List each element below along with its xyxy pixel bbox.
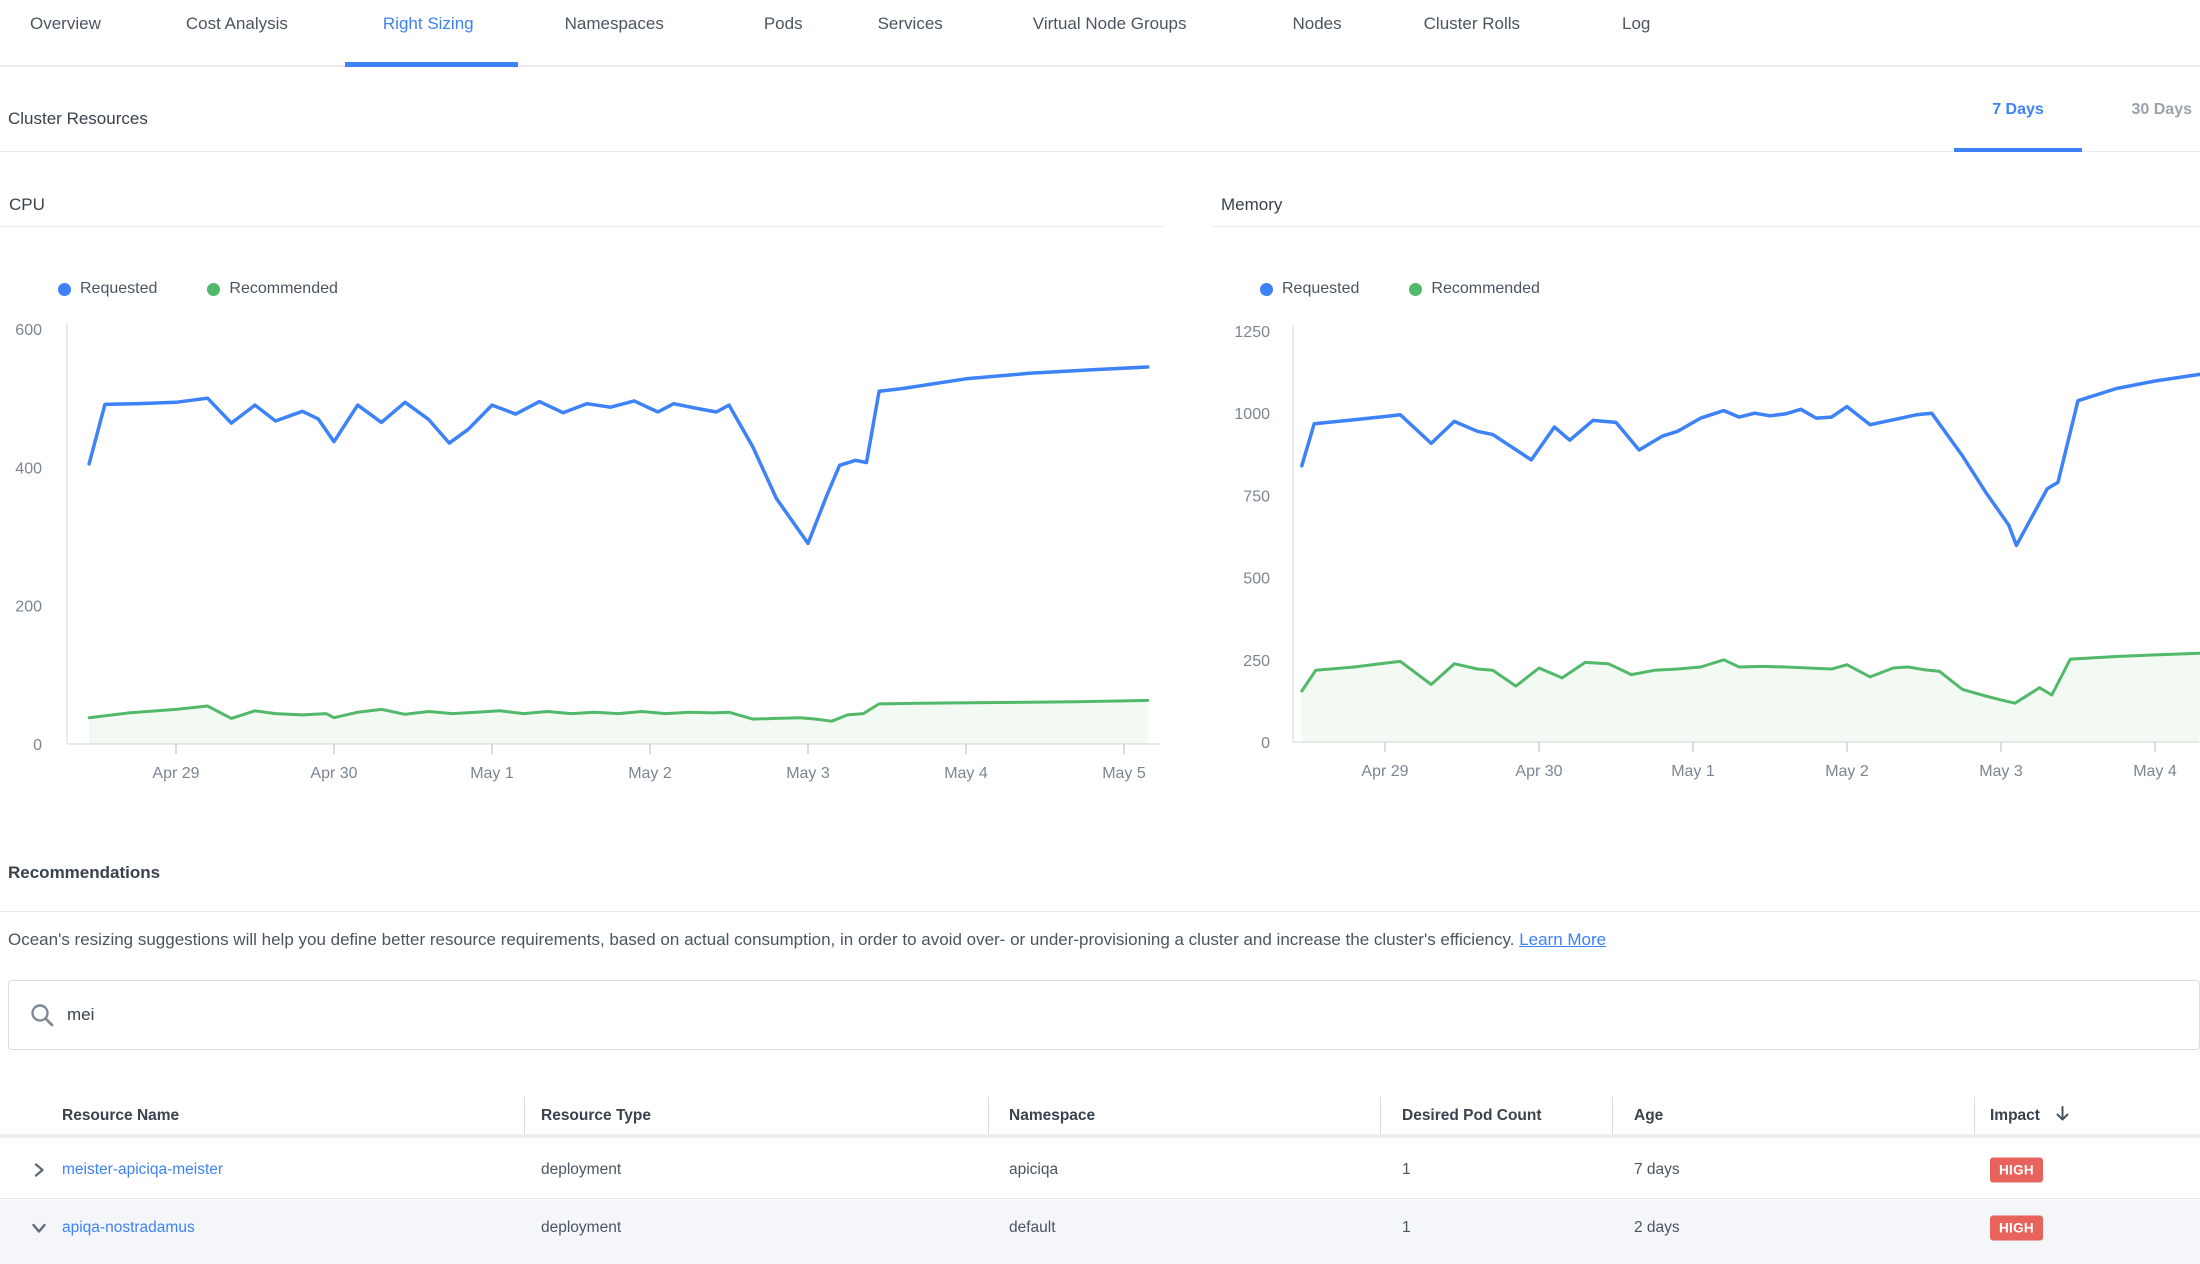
svg-text:1000: 1000 bbox=[1234, 406, 1270, 423]
cpu-legend: Requested Recommended bbox=[58, 280, 1164, 298]
legend-dot-blue bbox=[58, 283, 71, 296]
range-tab-30-days[interactable]: 30 Days bbox=[2082, 67, 2192, 152]
recommendations-description-text: Ocean's resizing suggestions will help y… bbox=[8, 930, 1514, 949]
range-tab-7-days[interactable]: 7 Days bbox=[1954, 67, 2082, 152]
memory-panel-divider bbox=[1212, 226, 2200, 227]
svg-text:May 5: May 5 bbox=[1102, 765, 1146, 782]
memory-legend: Requested Recommended bbox=[1260, 280, 2200, 298]
column-separator bbox=[524, 1097, 525, 1135]
memory-legend-requested[interactable]: Requested bbox=[1260, 280, 1359, 298]
tab-namespaces[interactable]: Namespaces bbox=[565, 14, 664, 67]
column-separator bbox=[988, 1097, 989, 1135]
tab-right-sizing[interactable]: Right Sizing bbox=[383, 14, 474, 67]
column-header-impact[interactable]: Impact bbox=[1990, 1094, 2071, 1138]
svg-text:May 2: May 2 bbox=[628, 765, 672, 782]
legend-dot-blue bbox=[1260, 283, 1273, 296]
chevron-down-icon[interactable] bbox=[30, 1219, 48, 1237]
svg-text:0: 0 bbox=[1261, 735, 1270, 752]
svg-text:0: 0 bbox=[33, 737, 42, 754]
svg-text:500: 500 bbox=[1243, 571, 1270, 588]
column-header-namespace[interactable]: Namespace bbox=[1009, 1094, 1095, 1138]
legend-dot-green bbox=[207, 283, 220, 296]
resource-search-box[interactable] bbox=[8, 980, 2200, 1050]
search-icon bbox=[29, 1002, 55, 1028]
tab-overview[interactable]: Overview bbox=[30, 14, 101, 67]
svg-text:Apr 29: Apr 29 bbox=[1361, 763, 1408, 780]
recommendations-title: Recommendations bbox=[8, 863, 160, 883]
recommendations-description: Ocean's resizing suggestions will help y… bbox=[8, 930, 2188, 950]
desired-pod-count-cell: 1 bbox=[1402, 1219, 1411, 1237]
column-header-resource-type[interactable]: Resource Type bbox=[541, 1094, 651, 1138]
svg-text:May 1: May 1 bbox=[470, 765, 514, 782]
recommendations-header: Recommendations bbox=[0, 852, 2200, 912]
svg-text:1250: 1250 bbox=[1234, 324, 1270, 341]
column-separator bbox=[1974, 1097, 1975, 1135]
time-range-toggle: 7 Days 30 Days bbox=[1954, 67, 2192, 152]
legend-label: Requested bbox=[1282, 280, 1359, 298]
memory-chart-title: Memory bbox=[1221, 195, 2200, 215]
tab-virtual-node-groups[interactable]: Virtual Node Groups bbox=[1033, 14, 1187, 67]
resource-type-cell: deployment bbox=[541, 1219, 621, 1237]
impact-header-label: Impact bbox=[1990, 1107, 2040, 1124]
legend-label: Recommended bbox=[1431, 280, 1540, 298]
tab-cluster-rolls[interactable]: Cluster Rolls bbox=[1424, 14, 1520, 67]
resource-type-cell: deployment bbox=[541, 1161, 621, 1179]
memory-legend-recommended[interactable]: Recommended bbox=[1409, 280, 1540, 298]
search-input[interactable] bbox=[67, 1005, 1967, 1025]
cluster-resources-title: Cluster Resources bbox=[8, 109, 148, 129]
svg-text:750: 750 bbox=[1243, 488, 1270, 505]
cpu-legend-recommended[interactable]: Recommended bbox=[207, 280, 338, 298]
svg-text:May 3: May 3 bbox=[1979, 763, 2023, 780]
age-cell: 7 days bbox=[1634, 1161, 1680, 1179]
svg-text:Apr 30: Apr 30 bbox=[1515, 763, 1562, 780]
svg-text:May 2: May 2 bbox=[1825, 763, 1869, 780]
svg-text:May 1: May 1 bbox=[1671, 763, 1715, 780]
age-cell: 2 days bbox=[1634, 1219, 1680, 1237]
namespace-cell: default bbox=[1009, 1219, 1056, 1237]
column-separator bbox=[1612, 1097, 1613, 1135]
tab-cost-analysis[interactable]: Cost Analysis bbox=[186, 14, 288, 67]
svg-text:May 3: May 3 bbox=[786, 765, 830, 782]
resource-name-link[interactable]: meister-apiciqa-meister bbox=[62, 1161, 223, 1178]
svg-text:Apr 29: Apr 29 bbox=[152, 765, 199, 782]
svg-text:May 4: May 4 bbox=[2133, 763, 2177, 780]
cpu-legend-requested[interactable]: Requested bbox=[58, 280, 157, 298]
learn-more-link[interactable]: Learn More bbox=[1519, 930, 1606, 949]
impact-badge-high: HIGH bbox=[1990, 1216, 2043, 1241]
recommendations-table-header: Resource Name Resource Type Namespace De… bbox=[0, 1094, 2200, 1138]
table-row-expanded[interactable]: apiqa-nostradamus deployment default 1 2… bbox=[0, 1200, 2200, 1264]
tab-services[interactable]: Services bbox=[878, 14, 943, 67]
top-tab-bar: Overview Cost Analysis Right Sizing Name… bbox=[0, 0, 2200, 67]
tab-pods[interactable]: Pods bbox=[764, 14, 803, 67]
cpu-chart-panel: CPU Requested Recommended 0 200 400 600 Apr … bbox=[0, 160, 1164, 786]
tab-nodes[interactable]: Nodes bbox=[1293, 14, 1342, 67]
cpu-chart-title: CPU bbox=[9, 195, 1164, 215]
column-header-desired-pod-count[interactable]: Desired Pod Count bbox=[1402, 1094, 1542, 1138]
column-header-resource-name[interactable]: Resource Name bbox=[62, 1094, 179, 1138]
legend-label: Requested bbox=[80, 280, 157, 298]
cluster-resources-header: Cluster Resources 7 Days 30 Days bbox=[0, 67, 2200, 152]
svg-text:600: 600 bbox=[15, 322, 42, 339]
svg-text:200: 200 bbox=[15, 599, 42, 616]
namespace-cell: apiciqa bbox=[1009, 1161, 1058, 1179]
cpu-panel-divider bbox=[0, 226, 1164, 227]
column-separator bbox=[1380, 1097, 1381, 1135]
impact-badge-high: HIGH bbox=[1990, 1158, 2043, 1183]
legend-dot-green bbox=[1409, 283, 1422, 296]
resource-name-link[interactable]: apiqa-nostradamus bbox=[62, 1219, 195, 1236]
desired-pod-count-cell: 1 bbox=[1402, 1161, 1411, 1179]
column-header-age[interactable]: Age bbox=[1634, 1094, 1663, 1138]
svg-text:250: 250 bbox=[1243, 653, 1270, 670]
svg-text:May 4: May 4 bbox=[944, 765, 988, 782]
cpu-line-chart[interactable]: 0 200 400 600 Apr 29 Apr 30 May 1 May 2 May 3 May… bbox=[0, 316, 1164, 786]
svg-text:Apr 30: Apr 30 bbox=[310, 765, 357, 782]
memory-chart-panel: Memory Requested Recommended 0 250 500 750 1… bbox=[1212, 160, 2200, 786]
legend-label: Recommended bbox=[229, 280, 338, 298]
tab-log[interactable]: Log bbox=[1622, 14, 1650, 67]
svg-text:400: 400 bbox=[15, 460, 42, 477]
sort-descending-icon[interactable] bbox=[2054, 1105, 2071, 1123]
table-row[interactable]: meister-apiciqa-meister deployment apici… bbox=[0, 1142, 2200, 1199]
memory-line-chart[interactable]: 0 250 500 750 1000 1250 Apr 29 Apr 30 May 1 May 2… bbox=[1212, 316, 2200, 786]
chevron-right-icon[interactable] bbox=[30, 1161, 48, 1179]
